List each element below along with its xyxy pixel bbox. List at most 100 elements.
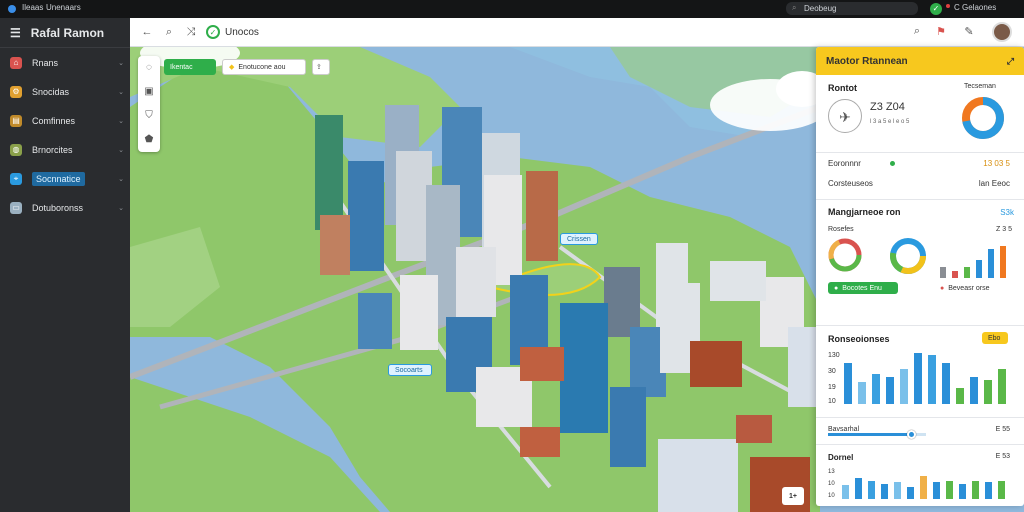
sidebar-item-2[interactable]: ⚙ Snocidas ⌄ — [0, 77, 130, 106]
bar — [1000, 246, 1006, 278]
sidebar-item-label: Socnnatice — [32, 171, 85, 186]
badge-icon[interactable]: ⬟ — [138, 128, 160, 152]
bar — [985, 482, 992, 499]
slider-handle[interactable] — [907, 430, 917, 439]
bar — [920, 476, 927, 499]
home-icon: ⌂ — [10, 56, 22, 69]
settings-icon: ⚙ — [10, 85, 22, 98]
sidebar-item-label: Snocidas — [32, 86, 70, 97]
sidebar-item-5[interactable]: ⌖ Socnnatice ⌄ — [0, 164, 130, 193]
layers-icon[interactable]: ◌ — [138, 56, 160, 80]
back-arrow-icon[interactable]: ← — [136, 26, 158, 38]
record-icon: ● — [940, 284, 945, 292]
filter-chip-tag[interactable]: ◆ Enotucone aou — [222, 59, 306, 75]
sidebar-item-4[interactable]: ◍ Brnorcites ⌄ — [0, 135, 130, 164]
check-circle-icon[interactable]: ✓ — [206, 25, 220, 39]
export-icon[interactable]: ⇪ — [312, 59, 330, 75]
shield-icon[interactable]: ⛉ — [138, 104, 160, 128]
sidebar-header: ☰ Rafal Ramon — [0, 18, 130, 48]
chevron-down-icon: ⌄ — [118, 117, 124, 125]
bar — [894, 482, 901, 499]
bar — [914, 353, 922, 404]
zoom-button[interactable]: 1+ — [782, 487, 804, 505]
bar — [956, 388, 964, 404]
reports-y-mid: 30 — [828, 368, 836, 375]
bar — [842, 485, 849, 499]
occupancy-pie-chart — [962, 97, 1004, 139]
daily-bar-chart — [842, 469, 1014, 499]
sidebar-item-1[interactable]: ⌂ Rnans ⌄ — [0, 48, 130, 77]
slider-label: Bavsarhal — [828, 426, 860, 433]
toggle-icon[interactable] — [886, 159, 896, 166]
reports-y-max: 130 — [828, 352, 840, 359]
image-icon[interactable]: ▣ — [138, 80, 160, 104]
bar — [886, 377, 894, 404]
reports-y-min: 10 — [828, 398, 836, 405]
bar — [907, 487, 914, 499]
map-pin-icon: ⌖ — [10, 172, 22, 185]
main-area: ← ⌕ ⤨ ✓ Unocos ⌕ ⚑ ✎ ◌ ▣ ⛉ ⬟ Ikentac ◆ E… — [130, 18, 1024, 512]
map-label-2[interactable]: Socoarts — [388, 364, 432, 376]
bar — [998, 481, 1005, 499]
search-input[interactable]: ⌕ Deobeug — [786, 2, 918, 15]
rooms-section: Rontot ✈ Z3 Z04 l 3 a 5 e l e o 5 Tecsem… — [816, 75, 1024, 153]
search-icon[interactable]: ⌕ — [158, 26, 180, 39]
reports-tag[interactable]: Ebo — [982, 332, 1008, 344]
toolbar-title: Unocos — [225, 26, 259, 38]
bed-icon: ✈ — [828, 99, 862, 133]
search-icon[interactable]: ⌕ — [906, 25, 928, 38]
panel-header: Maotor Rtannean ⤢ — [816, 47, 1024, 75]
kv-section: Eoronnnr 13 03 5 Corsteuseos lan Eeoc — [816, 153, 1024, 199]
management-section: Mangjarneoe ron S3k Rosefes Z 3 5 ● Boco… — [816, 199, 1024, 317]
chevron-down-icon: ⌄ — [118, 88, 124, 96]
topbar-label-2[interactable]: Unenaars — [46, 3, 81, 12]
daily-y1: 13 — [828, 469, 835, 475]
bar — [942, 363, 950, 404]
reports-bar-chart — [844, 350, 1014, 404]
bar — [998, 369, 1006, 404]
chevron-down-icon: ⌄ — [118, 204, 124, 212]
shuffle-icon[interactable]: ⤨ — [180, 26, 202, 39]
chevron-down-icon: ⌄ — [118, 59, 124, 67]
rooms-sub: l 3 a 5 e l e o 5 — [870, 119, 910, 125]
edit-icon[interactable]: ✎ — [958, 25, 980, 38]
bar — [881, 484, 888, 499]
avatar[interactable] — [992, 22, 1012, 42]
topbar-label-1[interactable]: Ileaas — [22, 3, 43, 12]
circle-icon: ● — [834, 284, 839, 292]
rooms-label: Rontot — [828, 83, 857, 93]
map-tool-panel: ◌ ▣ ⛉ ⬟ — [138, 56, 160, 152]
mgmt-btn-green-label: Bocotes Enu — [842, 284, 882, 292]
close-icon[interactable]: ⤢ — [1007, 56, 1014, 67]
mgmt-link[interactable]: S3k — [1000, 208, 1014, 217]
kv-row-1-value: 13 03 5 — [983, 159, 1010, 168]
bar — [872, 374, 880, 404]
mgmt-btn-green[interactable]: ● Bocotes Enu — [828, 282, 898, 294]
app-title: Rafal Ramon — [30, 25, 105, 40]
notification-icon[interactable]: ⚑ — [930, 25, 952, 38]
status-icon[interactable]: ✓ — [930, 3, 942, 15]
donut-chart-2 — [890, 238, 926, 274]
bar — [900, 369, 908, 404]
sidebar-item-label: Brnorcites — [32, 144, 73, 155]
hamburger-menu-icon[interactable]: ☰ — [10, 26, 21, 40]
search-icon: ⌕ — [792, 3, 797, 12]
daily-section: Dornel E 53 13 10 10 — [816, 445, 1024, 506]
bar — [972, 481, 979, 499]
reports-title: Ronseoionses — [828, 334, 890, 344]
bar — [844, 363, 852, 404]
slider-track[interactable] — [828, 430, 926, 439]
filter-chip-tag-label: Enotucone aou — [238, 63, 286, 71]
mgmt-btn-red[interactable]: ● Beveasr orse — [934, 282, 1014, 294]
filter-chip-green[interactable]: Ikentac — [164, 59, 216, 75]
sidebar-item-6[interactable]: ▭ Dotuboronss ⌄ — [0, 193, 130, 222]
os-top-bar: Ileaas Unenaars ⌕ Deobeug ✓ C Gelaones — [0, 0, 1024, 18]
bar — [970, 377, 978, 404]
pie-label: Tecseman — [964, 83, 996, 90]
app-logo-icon — [8, 5, 16, 13]
map-label-1[interactable]: Crissen — [560, 233, 598, 245]
slider-section: Bavsarhal E 55 — [816, 417, 1024, 445]
sidebar-item-label: Dotuboronss — [32, 202, 84, 213]
bar — [928, 355, 936, 404]
sidebar-item-3[interactable]: ▤ Comfinnes ⌄ — [0, 106, 130, 135]
